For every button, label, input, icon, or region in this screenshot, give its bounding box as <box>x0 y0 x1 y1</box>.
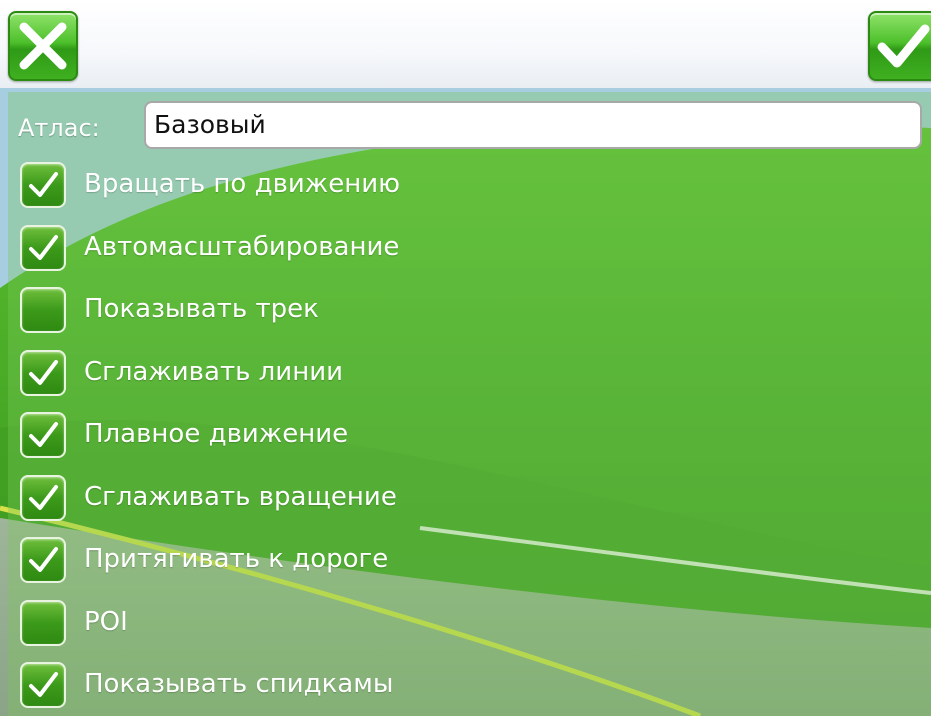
option-label: Автомасштабирование <box>84 232 400 262</box>
option-row[interactable]: POI <box>18 598 718 648</box>
ok-button[interactable] <box>868 11 931 81</box>
option-label: Вращать по движению <box>84 169 400 199</box>
option-row[interactable]: Притягивать к дороге <box>18 535 718 585</box>
option-row[interactable]: Вращать по движению <box>18 160 718 210</box>
option-row[interactable]: Сглаживать вращение <box>18 473 718 523</box>
option-row[interactable]: Плавное движение <box>18 410 718 460</box>
option-row[interactable]: Сглаживать линии <box>18 348 718 398</box>
checkbox[interactable] <box>20 475 66 521</box>
option-label: Показывать спидкамы <box>84 669 394 699</box>
settings-screen: Атлас: Базовый Вращать по движению Автома… <box>0 0 931 716</box>
checkmark-icon <box>877 24 930 68</box>
check-icon <box>29 672 58 697</box>
option-label: Плавное движение <box>84 419 349 449</box>
atlas-label: Атлас: <box>18 114 100 142</box>
check-icon <box>29 422 58 447</box>
checkbox[interactable] <box>20 287 66 333</box>
checkbox[interactable] <box>20 537 66 583</box>
cancel-button[interactable] <box>8 11 78 81</box>
checkbox[interactable] <box>20 225 66 271</box>
checkbox[interactable] <box>20 350 66 396</box>
check-icon <box>29 485 58 510</box>
option-row[interactable]: Автомасштабирование <box>18 223 718 273</box>
option-label: Показывать трек <box>84 294 319 324</box>
close-x-icon <box>19 22 67 70</box>
header-bar <box>0 0 931 88</box>
atlas-select-field[interactable]: Базовый <box>144 101 922 149</box>
checkbox[interactable] <box>20 662 66 708</box>
checkbox[interactable] <box>20 162 66 208</box>
check-icon <box>29 235 58 260</box>
check-icon <box>29 172 58 197</box>
check-icon <box>29 547 58 572</box>
option-label: POI <box>84 607 128 637</box>
option-label: Сглаживать вращение <box>84 482 397 512</box>
option-row[interactable]: Показывать спидкамы <box>18 660 718 710</box>
option-label: Сглаживать линии <box>84 357 343 387</box>
checkbox[interactable] <box>20 412 66 458</box>
checkbox[interactable] <box>20 600 66 646</box>
option-label: Притягивать к дороге <box>84 544 389 574</box>
option-row[interactable]: Показывать трек <box>18 285 718 335</box>
check-icon <box>29 360 58 385</box>
